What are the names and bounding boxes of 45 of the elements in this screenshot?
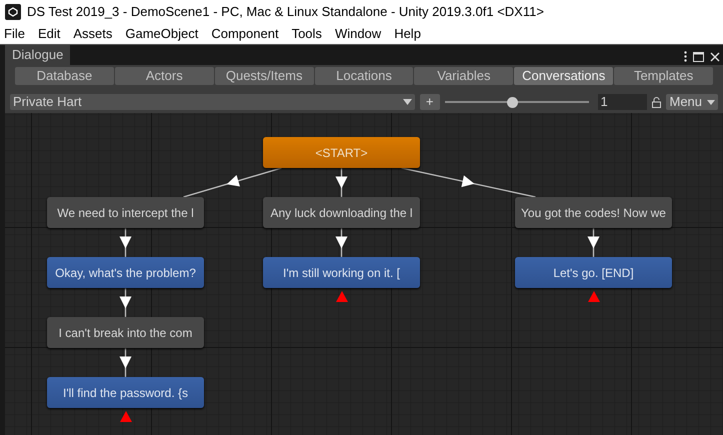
menu-item[interactable]: Help (394, 24, 421, 44)
maximize-icon[interactable] (693, 52, 704, 62)
slider-thumb[interactable] (507, 96, 518, 108)
connector-arrow (336, 228, 348, 257)
connector-arrow (588, 228, 600, 257)
dialogue-node[interactable]: I'll find the password. {s (47, 377, 204, 408)
dialogue-node[interactable]: We need to intercept the l (47, 197, 204, 228)
dialogue-node[interactable]: Let's go. [END] (515, 257, 672, 288)
panel-tab[interactable]: Dialogue (5, 45, 70, 65)
menu-item[interactable]: Edit (38, 24, 60, 44)
window-title: DS Test 2019_3 - DemoScene1 - PC, Mac & Linux Standalone - Unity 2019.3.0f1 <DX11> (27, 3, 544, 22)
toolbar-tab[interactable]: Templates (614, 67, 714, 85)
toolbar-tab[interactable]: Database (15, 67, 114, 85)
toolbar-tab[interactable]: Variables (414, 67, 514, 85)
dialogue-node[interactable]: Okay, what's the problem? (47, 257, 204, 288)
dialogue-node[interactable]: You got the codes! Now we (515, 197, 672, 228)
menu-item[interactable]: Tools (292, 24, 322, 44)
menu-item[interactable]: File (4, 24, 25, 44)
lock-icon[interactable] (652, 96, 662, 108)
zoom-slider[interactable] (444, 96, 589, 108)
more-options-icon[interactable] (684, 51, 687, 62)
menu-dropdown[interactable]: Menu (666, 94, 718, 110)
app-logo-icon (5, 4, 21, 20)
close-icon[interactable] (710, 52, 720, 62)
dialogue-node[interactable]: <START> (263, 137, 420, 168)
menu-item[interactable]: Component (211, 24, 279, 44)
dialogue-node[interactable]: Any luck downloading the l (263, 197, 420, 228)
connector-arrow (120, 288, 132, 317)
conversation-dropdown[interactable]: Private Hart (10, 94, 415, 110)
connector-arrow (120, 228, 132, 257)
add-button[interactable]: + (420, 94, 440, 110)
menu-item[interactable]: GameObject (125, 24, 198, 44)
caret-icon (707, 100, 716, 104)
dialogue-node[interactable]: I'm still working on it. [ (263, 257, 420, 288)
toolbar-tab[interactable]: Locations (314, 67, 414, 85)
toolbar-tab[interactable]: Conversations (514, 67, 614, 85)
toolbar-tab[interactable]: Actors (114, 67, 214, 85)
dialogue-node[interactable]: I can't break into the com (47, 317, 204, 348)
caret-icon (402, 99, 412, 105)
menu-item[interactable]: Window (334, 24, 382, 44)
toolbar-tab[interactable]: Quests/Items (214, 67, 314, 85)
connector-arrow (336, 168, 348, 197)
connector-arrow (120, 348, 132, 377)
menu-item[interactable]: Assets (73, 24, 112, 44)
value-field[interactable]: 1 (598, 94, 648, 110)
